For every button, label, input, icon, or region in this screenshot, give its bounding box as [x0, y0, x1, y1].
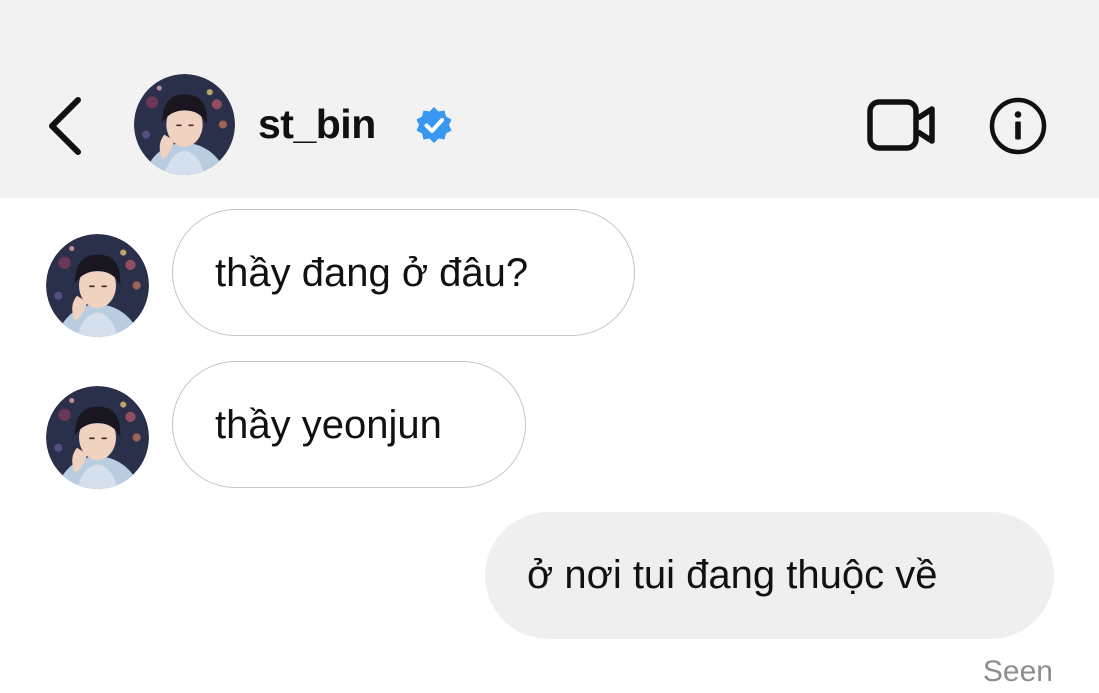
sender-avatar[interactable] [46, 386, 149, 489]
seen-status: Seen [982, 655, 1053, 688]
chat-header: st_bin [0, 0, 1099, 198]
outgoing-message-bubble[interactable]: ở nơi tui đang thuộc về [485, 512, 1054, 639]
info-icon[interactable] [988, 96, 1048, 156]
chat-username[interactable]: st_bin [258, 98, 376, 150]
back-chevron-icon[interactable] [40, 92, 100, 160]
header-avatar[interactable] [134, 74, 235, 175]
verified-badge-icon [416, 107, 452, 143]
incoming-message-bubble[interactable]: thầy yeonjun [172, 361, 526, 488]
incoming-message-bubble[interactable]: thầy đang ở đâu? [172, 209, 635, 336]
sender-avatar[interactable] [46, 234, 149, 337]
video-call-icon[interactable] [866, 98, 938, 154]
